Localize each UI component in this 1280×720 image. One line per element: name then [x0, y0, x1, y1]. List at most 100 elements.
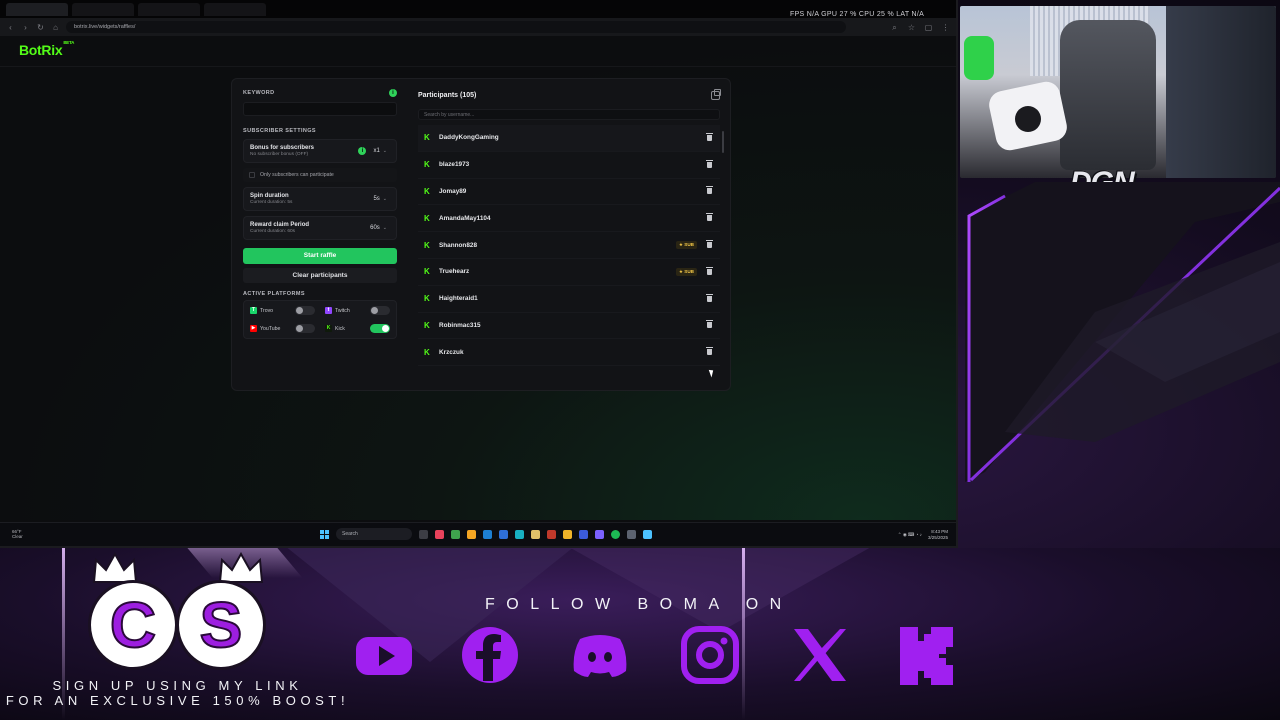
botrix-logo[interactable]: BotRixBETA — [19, 40, 74, 58]
browser-window: FPS N/A GPU 27 % CPU 25 % LAT N/A ‹ › ↻ … — [0, 0, 958, 548]
participant-row[interactable]: K Krzczuk — [418, 339, 720, 367]
active-platforms-heading: ACTIVE PLATFORMS — [243, 291, 305, 297]
windows-start-icon[interactable] — [320, 529, 329, 539]
participants-title: Participants (105) — [418, 91, 477, 99]
weather-widget[interactable]: 66°F Clear — [12, 529, 23, 539]
app-icon[interactable] — [515, 529, 524, 539]
youtube-toggle[interactable] — [295, 324, 315, 333]
app-icon[interactable] — [435, 529, 444, 539]
delete-icon[interactable] — [706, 320, 713, 329]
spin-title: Spin duration — [250, 193, 289, 199]
spin-duration-select[interactable]: 5s ⌄ — [370, 194, 390, 204]
signup-promo: SIGN UP USING MY LINK FOR AN EXCLUSIVE 1… — [5, 678, 350, 708]
scrollbar[interactable] — [722, 131, 724, 153]
participant-name: blaze1973 — [439, 161, 470, 169]
participant-list: K DaddyKongGaming Kblaze1973 K Jomay89 K Amand… — [418, 125, 720, 375]
url-field[interactable]: botrix.live/widgets/raffles/ — [66, 21, 846, 33]
participant-name: Krzczuk — [439, 348, 464, 356]
chevron-down-icon: ⌄ — [382, 196, 387, 202]
sub-badge: ★ SUB — [675, 267, 697, 276]
discord-icon[interactable] — [595, 529, 604, 539]
reward-subtitle: Current duration: 60s — [250, 229, 296, 234]
bookmark-icon[interactable]: ☆ — [907, 23, 916, 32]
app-icon[interactable] — [451, 529, 460, 539]
delete-icon[interactable] — [706, 132, 713, 141]
logo-circle-s: S — [176, 580, 266, 670]
participant-row[interactable]: K Truehearz ★ SUB — [418, 259, 720, 286]
info-icon[interactable]: i — [358, 147, 367, 155]
trovo-icon: T — [250, 307, 257, 314]
participant-row[interactable]: K DaddyKongGaming — [418, 125, 720, 152]
folder-icon[interactable] — [531, 529, 540, 539]
platform-twitch: t Twitch — [325, 306, 390, 315]
browser-tab[interactable] — [204, 2, 266, 16]
taskview-icon[interactable] — [419, 529, 428, 539]
keyword-input[interactable] — [243, 102, 397, 116]
store-icon[interactable] — [499, 529, 508, 539]
participant-row[interactable]: K Haighteraid1 — [418, 286, 720, 313]
twitch-toggle[interactable] — [370, 306, 390, 315]
kick-toggle[interactable] — [370, 324, 390, 333]
app-icon[interactable] — [579, 529, 588, 539]
platform-trovo: T Trovo — [250, 306, 315, 315]
delete-icon[interactable] — [706, 213, 713, 222]
address-bar: ‹ › ↻ ⌂ botrix.live/widgets/raffles/ ⌕ ☆… — [0, 18, 956, 36]
follow-text: FOLLOW BOMA ON — [485, 596, 793, 613]
facebook-icon — [458, 623, 522, 687]
neon-frame-decoration — [965, 182, 1280, 482]
delete-icon[interactable] — [706, 293, 713, 302]
obs-icon[interactable] — [547, 529, 556, 539]
home-icon[interactable]: ⌂ — [51, 23, 60, 32]
participant-row[interactable]: K Robinmac315 — [418, 313, 720, 340]
tray-icons[interactable]: ⌃ ◉ ⌨ ◔ ♪ — [898, 532, 922, 538]
reload-icon[interactable]: ↻ — [36, 23, 45, 32]
delete-icon[interactable] — [706, 266, 713, 275]
kick-icon: K — [424, 186, 430, 196]
app-icon[interactable] — [627, 529, 636, 539]
participant-name: Shannon828 — [439, 241, 477, 249]
extensions-icon[interactable]: ▢ — [924, 23, 933, 32]
app-icon[interactable] — [643, 529, 652, 539]
chrome-icon[interactable] — [563, 529, 572, 539]
kick-icon — [896, 623, 960, 687]
sub-badge: ★ SUB — [675, 241, 697, 250]
menu-icon[interactable]: ⋮ — [941, 23, 950, 32]
spotify-icon[interactable] — [611, 529, 620, 539]
clock-time: 8:43 PM — [931, 529, 948, 534]
back-icon[interactable]: ‹ — [6, 23, 15, 32]
participant-name: Truehearz — [439, 268, 470, 276]
chrome-icon[interactable] — [467, 529, 476, 539]
bonus-select[interactable]: x1 ⌄ — [370, 146, 390, 156]
participant-search-input[interactable]: Search by username... — [418, 109, 720, 120]
participant-name: AmandaMay1104 — [439, 214, 491, 222]
only-subs-checkbox[interactable] — [249, 172, 255, 178]
zoom-icon[interactable]: ⌕ — [890, 23, 899, 32]
cs-logo: C S — [88, 552, 268, 672]
delete-icon[interactable] — [706, 240, 713, 249]
forward-icon[interactable]: › — [21, 23, 30, 32]
info-icon[interactable]: i — [389, 89, 397, 97]
edge-icon[interactable] — [483, 529, 492, 539]
participant-name: Robinmac315 — [439, 321, 481, 329]
participant-row[interactable]: K Shannon828 ★ SUB — [418, 232, 720, 259]
delete-icon[interactable] — [706, 159, 713, 168]
reward-period-select[interactable]: 60s ⌄ — [367, 223, 390, 233]
delete-icon[interactable] — [706, 347, 713, 356]
start-raffle-button[interactable]: Start raffle — [243, 248, 397, 264]
browser-tab[interactable] — [72, 2, 134, 16]
delete-icon[interactable] — [706, 186, 713, 195]
instagram-icon — [678, 623, 742, 687]
only-subs-option[interactable]: Only subscribers can participate — [243, 168, 397, 182]
participant-row[interactable]: Kblaze1973 — [418, 152, 720, 179]
clear-participants-button[interactable]: Clear participants — [243, 268, 397, 283]
participant-row[interactable]: K AmandaMay1104 — [418, 205, 720, 233]
system-tray[interactable]: ⌃ ◉ ⌨ ◔ ♪ 8:43 PM 3/25/2025 — [898, 529, 948, 540]
copy-icon[interactable] — [711, 88, 721, 100]
trovo-toggle[interactable] — [295, 306, 315, 315]
participant-row[interactable]: K Jomay89 — [418, 179, 720, 206]
reward-title: Reward claim Period — [250, 222, 310, 228]
browser-tab[interactable] — [6, 2, 68, 16]
chevron-down-icon: ⌄ — [382, 225, 387, 231]
browser-tab[interactable] — [138, 2, 200, 16]
taskbar-search[interactable]: Search — [336, 528, 412, 540]
